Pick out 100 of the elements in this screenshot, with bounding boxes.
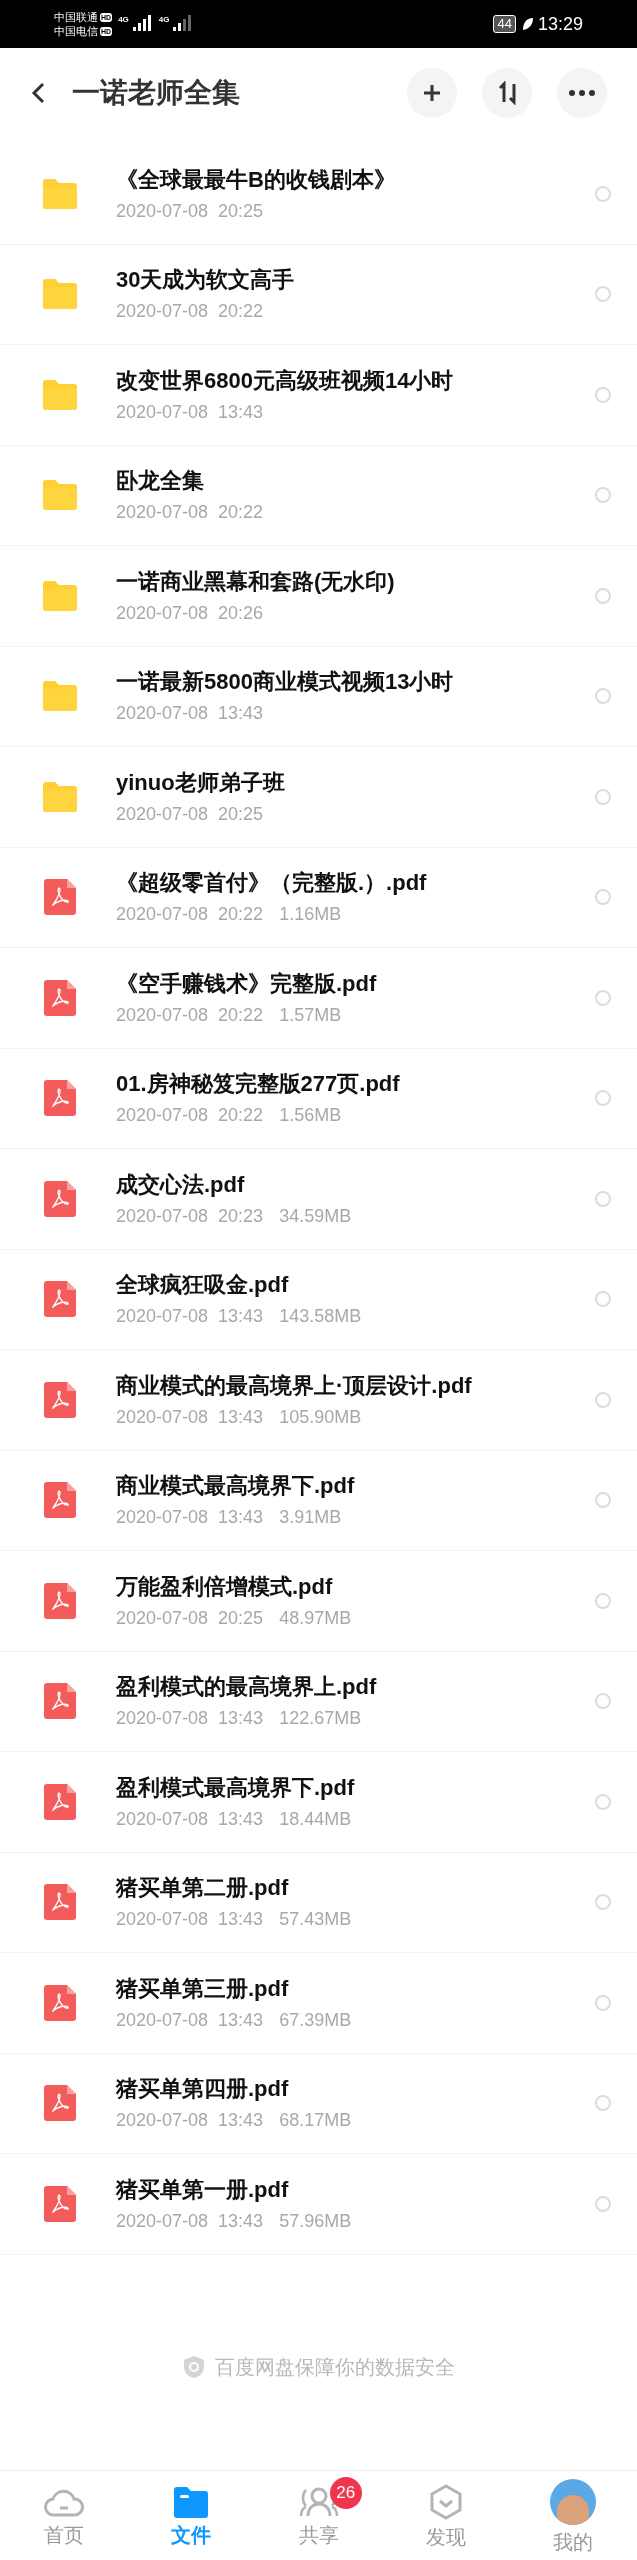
leaf-icon: [521, 17, 534, 31]
pdf-file-icon: [44, 2185, 76, 2222]
file-row[interactable]: 改变世界6800元高级班视频14小时 2020-07-08 13:43: [0, 345, 637, 446]
select-radio[interactable]: [595, 889, 611, 906]
file-name: 卧龙全集: [116, 467, 205, 496]
folder-icon: [41, 579, 79, 612]
file-row[interactable]: 30天成为软文高手 2020-07-08 20:22: [0, 244, 637, 345]
modified-date: 2020-07-08 20:22: [116, 1104, 264, 1127]
carrier-name: 中国电信: [54, 24, 98, 38]
modified-date: 2020-07-08 20:25: [116, 802, 264, 825]
file-row[interactable]: 一诺商业黑幕和套路(无水印) 2020-07-08 20:26: [0, 546, 637, 647]
file-name: 盈利模式的最高境界上.pdf: [116, 1673, 378, 1702]
select-radio[interactable]: [595, 286, 611, 303]
signal-icon: [130, 15, 153, 33]
pdf-file-icon: [44, 1381, 76, 1418]
select-radio[interactable]: [595, 1391, 611, 1408]
select-radio[interactable]: [595, 587, 611, 604]
file-row[interactable]: 《全球最最牛B的收钱剧本》 2020-07-08 20:25: [0, 144, 637, 245]
pdf-file-icon: [44, 1180, 76, 1217]
file-name: 一诺最新5800商业模式视频13小时: [116, 668, 455, 697]
network-type: 4G: [158, 15, 170, 25]
file-size: 143.58MB: [279, 1305, 362, 1328]
pdf-file-icon: [44, 1080, 76, 1117]
file-row[interactable]: 猪买单第一册.pdf 2020-07-08 13:43 57.96MB: [0, 2154, 637, 2255]
folder-icon: [41, 780, 79, 813]
modified-date: 2020-07-08 20:25: [116, 199, 264, 222]
file-row[interactable]: 商业模式最高境界下.pdf 2020-07-08 13:43 3.91MB: [0, 1450, 637, 1551]
file-row[interactable]: 全球疯狂吸金.pdf 2020-07-08 13:43 143.58MB: [0, 1249, 637, 1350]
file-row[interactable]: 猪买单第四册.pdf 2020-07-08 13:43 68.17MB: [0, 2053, 637, 2154]
notification-badge: 26: [329, 2477, 362, 2509]
modified-date: 2020-07-08 13:43: [116, 1807, 264, 1830]
pdf-file-icon: [44, 1783, 76, 1820]
add-button[interactable]: [407, 68, 457, 118]
file-row[interactable]: 卧龙全集 2020-07-08 20:22: [0, 445, 637, 546]
select-radio[interactable]: [595, 1291, 611, 1308]
select-radio[interactable]: [595, 989, 611, 1006]
more-icon: [569, 90, 595, 96]
file-size: 1.56MB: [279, 1104, 342, 1127]
file-name: yinuo老师弟子班: [116, 768, 286, 797]
select-radio[interactable]: [595, 386, 611, 403]
file-row[interactable]: 盈利模式最高境界下.pdf 2020-07-08 13:43 18.44MB: [0, 1752, 637, 1853]
select-radio[interactable]: [595, 2095, 611, 2112]
modified-date: 2020-07-08 20:23: [116, 1204, 264, 1227]
select-radio[interactable]: [595, 1492, 611, 1509]
modified-date: 2020-07-08 20:22: [116, 903, 264, 926]
file-name: 盈利模式最高境界下.pdf: [116, 1773, 356, 1802]
select-radio[interactable]: [595, 1793, 611, 1810]
select-radio[interactable]: [595, 487, 611, 504]
file-name: 猪买单第二册.pdf: [116, 1874, 290, 1903]
more-button[interactable]: [557, 68, 607, 118]
pdf-file-icon: [44, 2085, 76, 2122]
sort-button[interactable]: [482, 68, 532, 118]
select-radio[interactable]: [595, 1090, 611, 1107]
file-row[interactable]: 猪买单第三册.pdf 2020-07-08 13:43 67.39MB: [0, 1953, 637, 2054]
modified-date: 2020-07-08 20:22: [116, 300, 264, 323]
file-name: 《超级零首付》（完整版.）.pdf: [116, 869, 428, 898]
folder-icon: [41, 278, 79, 311]
select-radio[interactable]: [595, 1894, 611, 1911]
select-radio[interactable]: [595, 185, 611, 202]
file-name: 全球疯狂吸金.pdf: [116, 1271, 290, 1300]
modified-date: 2020-07-08 13:43: [116, 2008, 264, 2031]
modified-date: 2020-07-08 13:43: [116, 400, 264, 423]
back-icon[interactable]: [30, 81, 46, 105]
file-size: 57.96MB: [279, 2209, 352, 2232]
pdf-file-icon: [44, 1683, 76, 1720]
file-size: 105.90MB: [279, 1405, 362, 1428]
file-name: 猪买单第一册.pdf: [116, 2175, 290, 2204]
file-row[interactable]: 猪买单第二册.pdf 2020-07-08 13:43 57.43MB: [0, 1852, 637, 1953]
file-row[interactable]: 盈利模式的最高境界上.pdf 2020-07-08 13:43 122.67MB: [0, 1651, 637, 1752]
folder-title: 一诺老师全集: [72, 76, 240, 110]
select-radio[interactable]: [595, 788, 611, 805]
file-size: 57.43MB: [279, 1908, 352, 1931]
file-row[interactable]: 万能盈利倍增模式.pdf 2020-07-08 20:25 48.97MB: [0, 1551, 637, 1652]
file-name: 猪买单第三册.pdf: [116, 1974, 290, 2003]
file-row[interactable]: 一诺最新5800商业模式视频13小时 2020-07-08 13:43: [0, 646, 637, 747]
file-name: 万能盈利倍增模式.pdf: [116, 1572, 334, 1601]
select-radio[interactable]: [595, 1693, 611, 1710]
file-name: 成交心法.pdf: [116, 1170, 246, 1199]
folder-icon: [41, 479, 79, 512]
select-radio[interactable]: [595, 1592, 611, 1609]
file-row[interactable]: 《超级零首付》（完整版.）.pdf 2020-07-08 20:22 1.16MB: [0, 847, 637, 948]
security-note: 百度网盘保障你的数据安全: [214, 2355, 455, 2381]
select-radio[interactable]: [595, 2195, 611, 2212]
modified-date: 2020-07-08 20:22: [116, 1003, 264, 1026]
nav-tab[interactable]: 共享 26: [254, 2471, 383, 2560]
file-name: 改变世界6800元高级班视频14小时: [116, 366, 455, 395]
file-row[interactable]: 成交心法.pdf 2020-07-08 20:23 34.59MB: [0, 1149, 637, 1250]
file-size: 68.17MB: [279, 2109, 352, 2132]
modified-date: 2020-07-08 20:26: [116, 601, 264, 624]
network-type: 4G: [118, 15, 129, 25]
file-row[interactable]: 商业模式的最高境界上·顶层设计.pdf 2020-07-08 13:43 105.90MB: [0, 1350, 637, 1451]
file-name: 《空手赚钱术》完整版.pdf: [116, 969, 378, 998]
select-radio[interactable]: [595, 1190, 611, 1207]
select-radio[interactable]: [595, 688, 611, 705]
file-row[interactable]: 《空手赚钱术》完整版.pdf 2020-07-08 20:22 1.57MB: [0, 948, 637, 1049]
pdf-file-icon: [44, 879, 76, 916]
select-radio[interactable]: [595, 1994, 611, 2011]
file-row[interactable]: yinuo老师弟子班 2020-07-08 20:25: [0, 747, 637, 848]
pdf-file-icon: [44, 1884, 76, 1921]
file-row[interactable]: 01.房神秘笈完整版277页.pdf 2020-07-08 20:22 1.56MB: [0, 1048, 637, 1149]
